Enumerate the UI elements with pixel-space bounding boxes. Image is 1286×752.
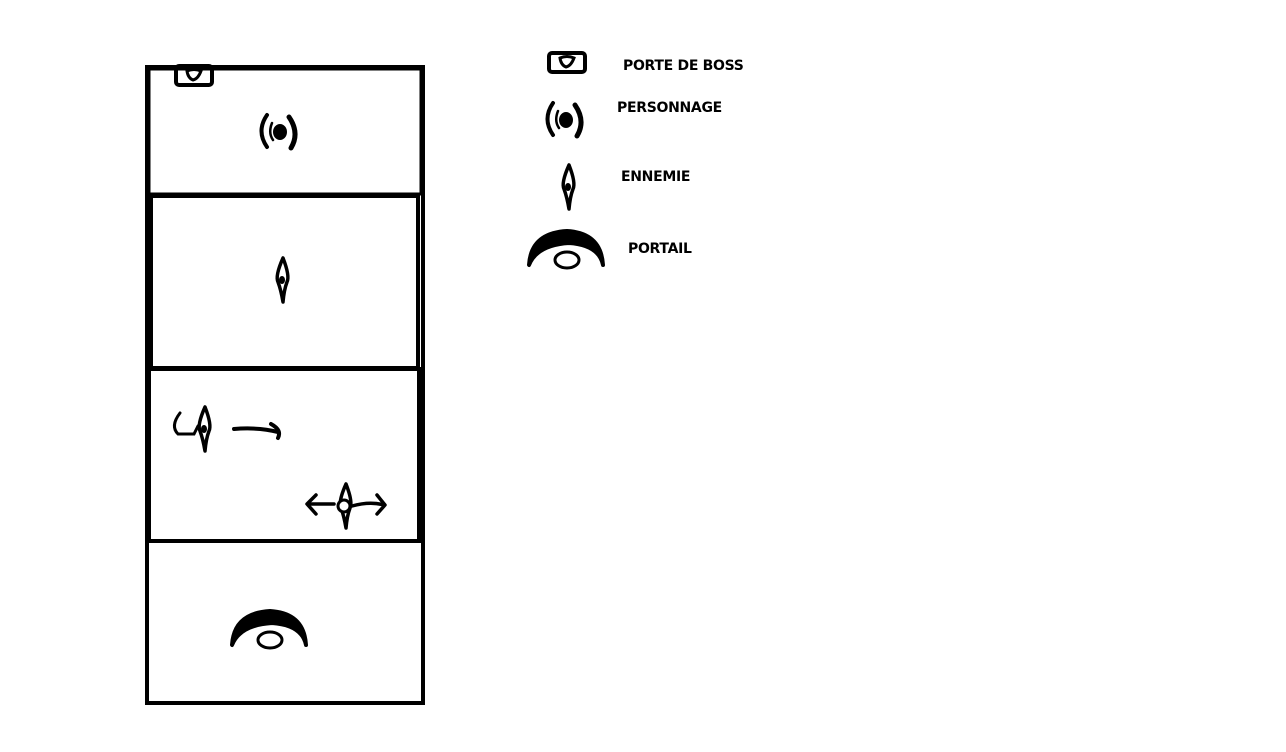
legend-enemy-icon (561, 163, 576, 211)
character-icon (262, 115, 296, 148)
legend-label-boss-door: PORTE DE BOSS (623, 58, 744, 74)
enemy-patrol-left (173, 405, 282, 453)
tether-icon (173, 411, 200, 436)
arrow-right-icon (350, 493, 387, 516)
legend-character-icon (548, 103, 582, 136)
map-frame (145, 65, 425, 705)
legend-label-enemy: ENNEMIE (621, 169, 691, 185)
room-3 (147, 367, 421, 543)
enemy-icon (197, 405, 212, 453)
legend-portal-icon (527, 229, 605, 270)
legend-label-character: PERSONNAGE (617, 100, 722, 116)
portal-icon (230, 609, 308, 650)
enemy-core (336, 498, 352, 514)
legend-boss-door-icon (547, 51, 587, 74)
arrow-right-icon (232, 422, 282, 440)
legend-label-portal: PORTAIL (628, 241, 692, 257)
enemy-icon (275, 256, 290, 304)
legend (527, 51, 605, 270)
arrow-left-icon (305, 493, 336, 516)
enemy-patrol-right (305, 482, 387, 530)
outer-frame (145, 65, 425, 705)
